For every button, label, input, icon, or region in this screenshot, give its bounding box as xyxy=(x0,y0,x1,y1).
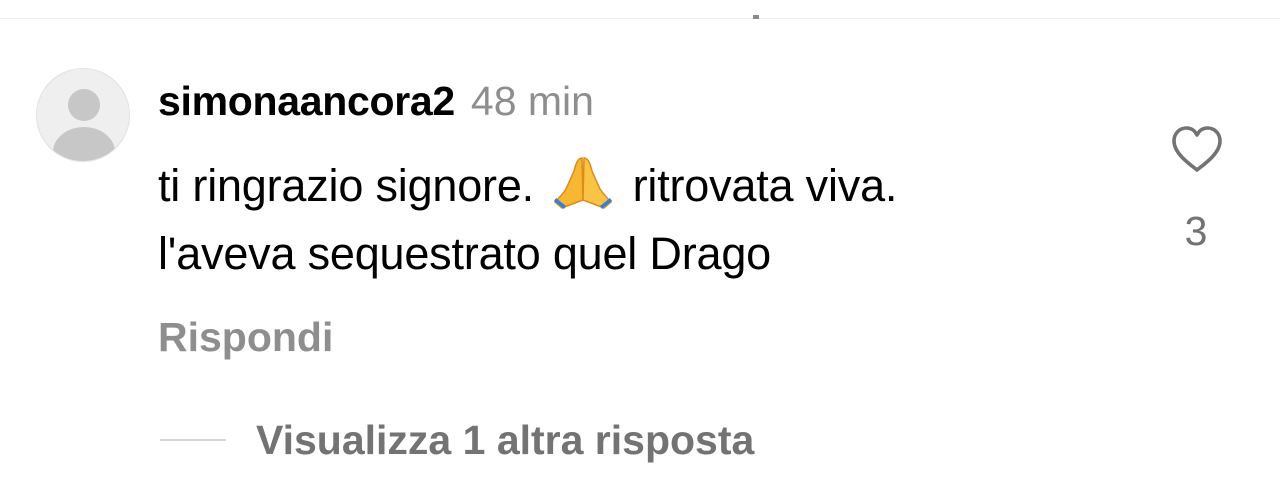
avatar-head-shape xyxy=(68,89,100,121)
view-replies-label[interactable]: Visualizza 1 altra risposta xyxy=(256,417,754,464)
like-count: 3 xyxy=(1184,208,1208,254)
comment-text-part-1: ti ringrazio signore. xyxy=(158,160,534,211)
comment-header: simonaancora2 48 min xyxy=(158,78,594,124)
comment-text: ti ringrazio signore. ritrovata viva. l'… xyxy=(158,152,1158,288)
avatar-body-shape xyxy=(53,127,115,161)
comment-timestamp: 48 min xyxy=(470,78,594,124)
top-divider xyxy=(0,18,1280,19)
scroll-indicator xyxy=(753,15,759,19)
comment-text-line-2: l'aveva sequestrato quel Drago xyxy=(158,228,771,279)
heart-outline-icon[interactable] xyxy=(1170,124,1224,174)
comment-text-part-2: ritrovata viva. xyxy=(632,160,898,211)
folded-hands-emoji xyxy=(554,157,613,209)
replies-divider-line xyxy=(160,439,226,441)
comment-text-line-1: ti ringrazio signore. ritrovata viva. xyxy=(158,152,1158,220)
view-replies-button[interactable]: Visualizza 1 altra risposta xyxy=(160,412,754,468)
reply-button[interactable]: Rispondi xyxy=(158,314,333,361)
avatar[interactable] xyxy=(36,68,130,162)
comment-username[interactable]: simonaancora2 xyxy=(158,78,455,125)
